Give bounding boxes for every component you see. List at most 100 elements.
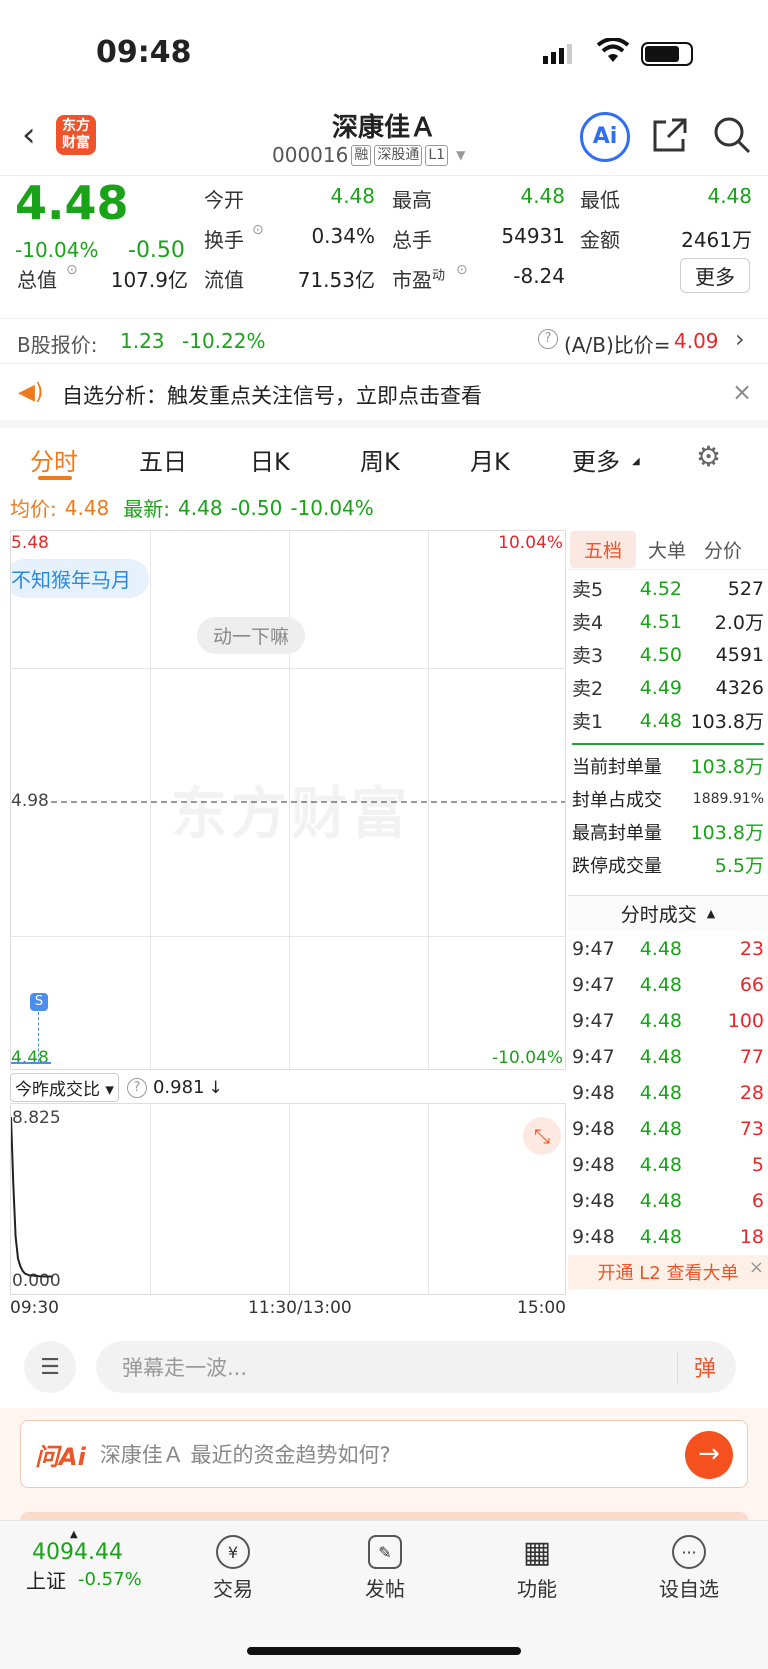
trade-row: 9:48 4.48 18 — [572, 1219, 764, 1255]
avg-label: 均价: — [10, 497, 57, 521]
nav-post-label: 发帖 — [365, 1577, 405, 1601]
nav-post[interactable]: ✎ 发帖 — [340, 1535, 430, 1602]
danmu-send-button[interactable]: 弹 — [676, 1351, 716, 1383]
b-share-pct: -10.22% — [182, 329, 266, 353]
signal-icon — [543, 42, 572, 64]
expand-icon[interactable]: ⤡ — [523, 1117, 561, 1155]
order-book-tabs: 五档 大单 分价 — [568, 530, 768, 570]
ask-ai-input[interactable]: 问Ai 深康佳Ａ 最近的资金趋势如何? → — [20, 1420, 748, 1488]
order-book-rows: 卖5 4.52 527 卖4 4.51 2.0万 卖3 4.50 4591 卖2 4.49 4326 卖… — [568, 570, 768, 739]
ob-price: 4.52 — [639, 577, 682, 600]
trade-volume: 5 — [751, 1154, 764, 1176]
tab-monthly-k[interactable]: 月K — [470, 442, 510, 477]
ratio-help-icon[interactable]: ? — [126, 1077, 147, 1098]
order-book-row: 卖2 4.49 4326 — [572, 671, 764, 704]
trade-icon: ¥ — [216, 1535, 250, 1569]
danmu-toggle-icon[interactable]: ☰ — [24, 1341, 76, 1393]
last-value: 4.48 — [178, 495, 223, 520]
tab-big-orders[interactable]: 大单 — [648, 536, 686, 563]
index-pct: -0.57% — [78, 1569, 142, 1590]
ob-level: 卖4 — [572, 612, 604, 634]
ai-button[interactable]: Ai — [580, 112, 630, 162]
trade-row: 9:48 4.48 6 — [572, 1183, 764, 1219]
status-time: 09:48 — [96, 35, 192, 70]
stock-code-line[interactable]: 000016 融 深股通 L1 ▼ — [272, 143, 465, 167]
tab-five-day[interactable]: 五日 — [139, 442, 187, 477]
tab-five-level[interactable]: 五档 — [570, 531, 637, 568]
search-icon[interactable] — [712, 115, 752, 159]
watchlist-icon: ··· — [672, 1535, 706, 1569]
trade-time: 9:48 — [572, 1226, 615, 1248]
l2-promo[interactable]: 开通 L2 查看大单 × — [568, 1255, 768, 1289]
index-widget[interactable]: ▲ 4094.44 上证 -0.57% — [26, 1529, 176, 1594]
danmu-placeholder: 弹幕走一波... — [122, 1356, 248, 1380]
share-icon[interactable] — [652, 117, 688, 157]
low-label: 最低 — [580, 188, 620, 212]
nav-add-watchlist[interactable]: ··· 设自选 — [644, 1535, 734, 1602]
nav-functions[interactable]: ▦ 功能 — [492, 1535, 582, 1602]
trade-volume: 66 — [739, 974, 764, 996]
low-value: 4.48 — [707, 184, 752, 208]
change-pct: -10.04% — [15, 238, 99, 262]
danmu-bubble-2[interactable]: 动一下嘛 — [197, 617, 306, 654]
ob-volume: 527 — [727, 577, 764, 600]
settings-icon[interactable]: ⚙ — [696, 440, 721, 473]
stat-label: 最高封单量 — [572, 822, 662, 844]
low-pct-label: -10.04% — [492, 1048, 563, 1068]
trade-time: 9:47 — [572, 938, 615, 960]
top-price-label: 5.48 — [11, 533, 49, 553]
trade-price: 4.48 — [639, 974, 682, 996]
tag-margin: 融 — [351, 144, 372, 166]
tab-weekly-k[interactable]: 周K — [360, 442, 400, 477]
order-book-stat: 跌停成交量 5.5万 — [572, 848, 764, 881]
ask-ai-brand: 问Ai — [35, 1442, 86, 1471]
ratio-dropdown[interactable]: 今昨成交比 ▾ — [10, 1073, 119, 1102]
signal-banner[interactable]: ◀) 自选分析：触发重点关注信号，立即点击查看 × — [0, 366, 768, 428]
trade-volume: 18 — [739, 1226, 764, 1248]
tab-daily-k[interactable]: 日K — [250, 442, 290, 477]
ob-price: 4.49 — [639, 676, 682, 699]
pe-info-icon[interactable]: ⊙ — [456, 262, 468, 278]
help-icon[interactable]: ? — [538, 329, 558, 349]
order-book-row: 卖5 4.52 527 — [572, 572, 764, 605]
ab-ratio-value: 4.09 — [674, 329, 719, 353]
tab-price-dist[interactable]: 分价 — [704, 536, 742, 563]
trades-header[interactable]: 分时成交 ▲ — [568, 895, 768, 931]
stat-value: 103.8万 — [690, 756, 764, 778]
marker-stem — [38, 1012, 39, 1062]
ob-level: 卖2 — [572, 678, 604, 700]
nav-trade[interactable]: ¥ 交易 — [188, 1535, 278, 1602]
float-label: 流值 — [204, 268, 244, 292]
buy-marker-icon[interactable]: S — [30, 993, 48, 1011]
battery-icon — [641, 42, 693, 66]
volume-label: 总手 — [392, 228, 432, 252]
high-label: 最高 — [392, 188, 432, 212]
price-line — [11, 1062, 51, 1064]
close-icon[interactable]: × — [732, 378, 752, 406]
b-share-row[interactable]: B股报价: 1.23 -10.22% ? (A/B)比价= 4.09 › — [0, 318, 768, 364]
trade-price: 4.48 — [639, 1226, 682, 1248]
tab-intraday[interactable]: 分时 — [30, 442, 78, 477]
order-book-row: 卖4 4.51 2.0万 — [572, 605, 764, 638]
arrow-right-icon[interactable]: → — [685, 1431, 733, 1479]
last-pct: -10.04% — [290, 495, 374, 520]
intraday-chart[interactable]: 东方财富 5.48 10.04% 4.98 4.48 -10.04% 不知猴年马… — [10, 530, 566, 1070]
post-icon: ✎ — [368, 1535, 402, 1569]
caret-up-icon: ▲ — [706, 907, 716, 920]
mcap-label: 总值 — [17, 268, 57, 292]
stat-value: 103.8万 — [690, 822, 764, 844]
ratio-value: 0.981 — [152, 1077, 205, 1098]
turnover-info-icon[interactable]: ⊙ — [252, 222, 264, 238]
mcap-info-icon[interactable]: ⊙ — [66, 262, 78, 278]
order-book-stat: 封单占成交 1889.91% — [572, 782, 764, 815]
danmu-bubble-1[interactable]: 不知猴年马月 — [11, 559, 149, 598]
trade-time: 9:47 — [572, 974, 615, 996]
nav-watchlist-label: 设自选 — [659, 1577, 719, 1601]
danmu-input[interactable]: 弹幕走一波... 弹 — [96, 1341, 736, 1393]
volume-chart[interactable]: 8.825 0.000 ⤡ — [10, 1105, 566, 1295]
l2-close-icon[interactable]: × — [749, 1257, 764, 1278]
more-button[interactable]: 更多 — [680, 258, 750, 293]
tab-more[interactable]: 更多 — [572, 442, 620, 477]
nav-functions-label: 功能 — [517, 1577, 557, 1601]
ob-volume: 2.0万 — [714, 612, 764, 634]
